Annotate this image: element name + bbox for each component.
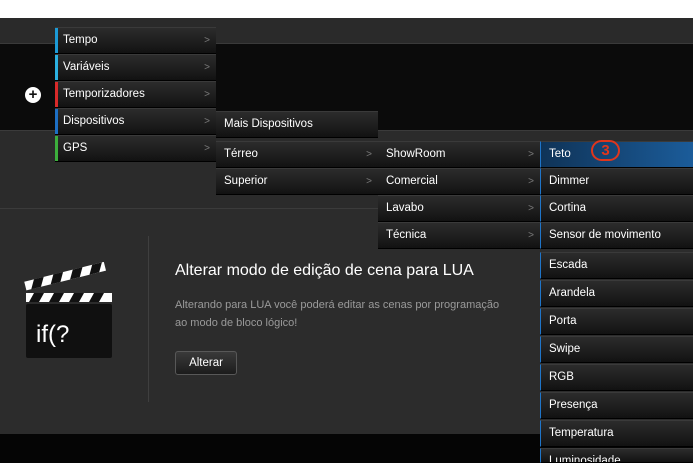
clapperboard-icon: if(? [24, 262, 112, 358]
menu-item-color-stripe [55, 28, 58, 53]
menu-item-label: RGB [549, 371, 574, 383]
menu-item-presenca[interactable]: Presença [540, 392, 693, 419]
menu-item-arandela[interactable]: Arandela [540, 280, 693, 307]
menu-item-label: Porta [549, 315, 577, 327]
menu-item-escada[interactable]: Escada [540, 252, 693, 279]
menu-item-lavabo[interactable]: Lavabo > [378, 195, 540, 222]
menu-item-dimmer[interactable]: Dimmer [540, 168, 693, 195]
menu-item-label: Técnica [386, 229, 427, 241]
menu-item-temperatura[interactable]: Temperatura [540, 420, 693, 447]
menu-item-label: Superior [224, 175, 268, 187]
chevron-right-icon: > [366, 149, 372, 160]
top-white-strip [0, 0, 693, 18]
chevron-right-icon: > [366, 176, 372, 187]
menu-item-comercial[interactable]: Comercial > [378, 168, 540, 195]
menu-item-color-stripe [55, 109, 58, 134]
dialog-description: Alterando para LUA você poderá editar as… [175, 296, 540, 332]
menu-item-label: Cortina [549, 202, 587, 214]
menu-item-label: Mais Dispositivos [224, 118, 313, 130]
menu-item-superior[interactable]: Superior > [216, 168, 378, 195]
menu-item-showroom[interactable]: ShowRoom > [378, 141, 540, 168]
menu-item-luminosidade[interactable]: Luminosidade [540, 448, 693, 463]
dialog-title: Alterar modo de edição de cena para LUA [175, 262, 474, 279]
menu-item-porta[interactable]: Porta [540, 308, 693, 335]
chevron-right-icon: > [204, 89, 210, 100]
menu-item-tecnica[interactable]: Técnica > [378, 222, 540, 249]
dialog-description-line: Alterando para LUA você poderá editar as… [175, 299, 500, 311]
chevron-right-icon: > [204, 62, 210, 73]
menu-item-label: Teto [549, 148, 571, 160]
menu-item-color-stripe [55, 82, 58, 107]
menu-item-label: Tempo [63, 34, 98, 46]
add-icon[interactable]: + [25, 87, 41, 103]
menu-item-mais-dispositivos[interactable]: Mais Dispositivos [216, 111, 378, 138]
menu-item-label: Escada [549, 259, 588, 271]
menu-item-label: Sensor de movimento [549, 229, 661, 241]
menu-item-label: Temperatura [549, 427, 614, 439]
chevron-right-icon: > [204, 143, 210, 154]
menu-item-temporizadores[interactable]: Temporizadores > [55, 81, 216, 108]
menu-item-cortina[interactable]: Cortina [540, 195, 693, 222]
menu-item-dispositivos[interactable]: Dispositivos > [55, 108, 216, 135]
chevron-right-icon: > [528, 230, 534, 241]
menu-item-label: ShowRoom [386, 148, 446, 160]
menu-item-gps[interactable]: GPS > [55, 135, 216, 162]
vertical-divider [148, 236, 149, 402]
chevron-right-icon: > [204, 116, 210, 127]
menu-item-sensor-de-movimento[interactable]: Sensor de movimento [540, 222, 693, 249]
menu-item-label: GPS [63, 142, 88, 154]
menu-item-label: Swipe [549, 343, 581, 355]
menu-item-label: Térreo [224, 148, 258, 160]
menu-item-tempo[interactable]: Tempo > [55, 27, 216, 54]
menu-item-label: Arandela [549, 287, 596, 299]
menu-item-color-stripe [55, 55, 58, 80]
chevron-right-icon: > [528, 203, 534, 214]
chevron-right-icon: > [528, 149, 534, 160]
menu-item-terreo[interactable]: Térreo > [216, 141, 378, 168]
menu-item-label: Temporizadores [63, 88, 145, 100]
menu-item-color-stripe [55, 136, 58, 161]
dialog-description-line: ao modo de bloco lógico! [175, 317, 298, 329]
menu-item-label: Comercial [386, 175, 438, 187]
menu-item-label: Lavabo [386, 202, 424, 214]
menu-item-label: Dimmer [549, 175, 590, 187]
clapper-icon-text: if(? [36, 321, 69, 348]
notification-count-badge: 3 [591, 140, 620, 161]
alterar-button[interactable]: Alterar [175, 351, 237, 375]
menu-item-rgb[interactable]: RGB [540, 364, 693, 391]
menu-item-label: Presença [549, 399, 598, 411]
menu-item-label: Dispositivos [63, 115, 125, 127]
menu-item-variaveis[interactable]: Variáveis > [55, 54, 216, 81]
chevron-right-icon: > [204, 35, 210, 46]
menu-item-label: Variáveis [63, 61, 110, 73]
chevron-right-icon: > [528, 176, 534, 187]
menu-item-swipe[interactable]: Swipe [540, 336, 693, 363]
menu-item-label: Luminosidade [549, 455, 621, 463]
